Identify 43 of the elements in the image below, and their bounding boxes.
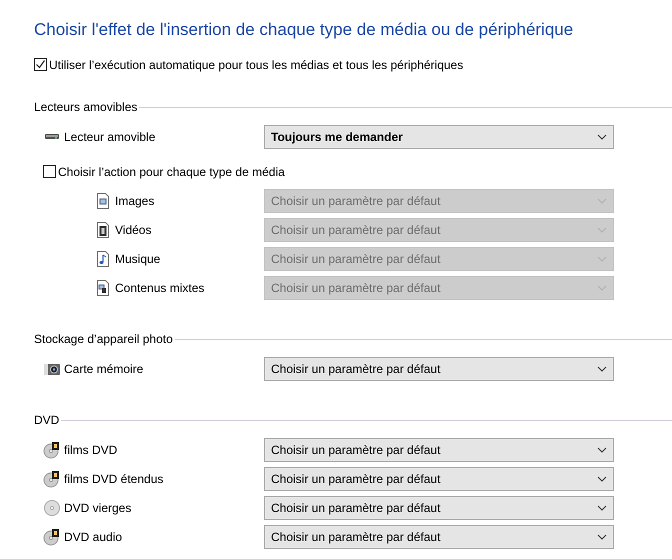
- chevron-icon: [597, 504, 607, 510]
- drive-icon: [45, 134, 59, 139]
- row-label: films DVD étendus: [64, 470, 164, 488]
- image-file-icon: [96, 192, 110, 208]
- dropdown[interactable]: Choisir un paramètre par défaut: [264, 496, 614, 520]
- row-label: films DVD: [64, 442, 118, 458]
- row-label: DVD audio: [64, 528, 122, 546]
- dropdown[interactable]: Choisir un paramètre par défaut: [264, 438, 614, 462]
- section-heading: Lecteurs amovibles: [34, 99, 138, 116]
- disc-film-icon: [43, 528, 61, 546]
- disc-film-icon: [43, 470, 61, 488]
- film-file-icon: [96, 222, 110, 238]
- section-heading: DVD: [34, 412, 60, 429]
- dropdown[interactable]: Choisir un paramètre par défaut: [264, 524, 614, 548]
- page-title: Choisir l'effet de l'insertion de chaque type de média ou de périphérique: [34, 19, 574, 42]
- chevron-icon: [597, 446, 607, 452]
- row-label: Musique: [115, 250, 160, 268]
- disc-icon: [43, 498, 61, 516]
- chevron-icon: [597, 256, 607, 262]
- checkbox[interactable]: [34, 58, 47, 71]
- row-label: Contenus mixtes: [115, 280, 204, 296]
- chevron-icon: [597, 476, 607, 482]
- dropdown[interactable]: Choisir un paramètre par défaut: [264, 356, 614, 380]
- chevron-icon: [597, 284, 607, 290]
- music-file-icon: [96, 250, 110, 266]
- dropdown[interactable]: Toujours me demander: [264, 124, 614, 148]
- chevron-icon: [597, 226, 607, 232]
- chevron-icon: [597, 134, 607, 140]
- chevron-icon: [597, 198, 607, 204]
- checkbox-label: Utiliser l’exécution automatique pour tous les médias et tous les périphériques: [49, 56, 464, 74]
- row-label: Images: [115, 192, 154, 210]
- chevron-icon: [597, 534, 607, 540]
- section-heading: Stockage d’appareil photo: [34, 331, 173, 348]
- dropdown[interactable]: Choisir un paramètre par défaut: [264, 466, 614, 490]
- checkbox-label: Choisir l’action pour chaque type de média: [58, 164, 285, 180]
- row-label: Vidéos: [115, 222, 152, 238]
- disc-film-icon: [43, 440, 61, 458]
- chevron-icon: [597, 366, 607, 372]
- row-label: Carte mémoire: [64, 360, 144, 378]
- row-label: Lecteur amovible: [64, 128, 156, 146]
- row-label: DVD vierges: [64, 500, 132, 516]
- mixed-file-icon: [96, 280, 110, 296]
- checkbox[interactable]: [43, 165, 56, 178]
